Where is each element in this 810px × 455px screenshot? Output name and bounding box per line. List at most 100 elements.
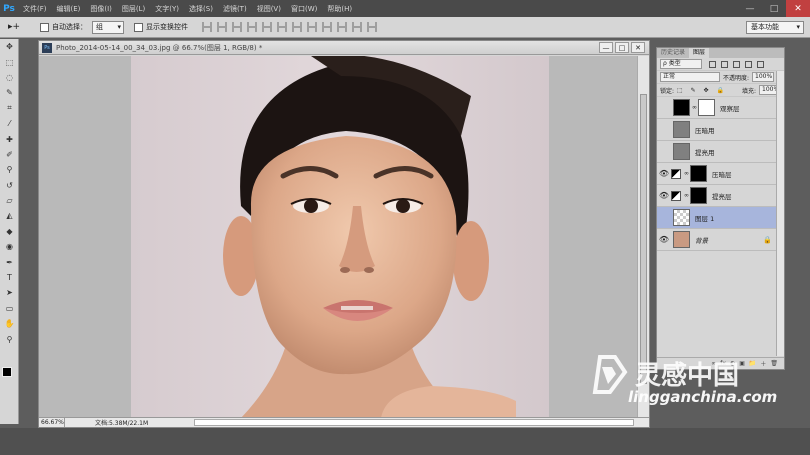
layer-row[interactable]: 👁 ∞ 提亮层 [657,185,784,207]
layer-row[interactable]: 👁 ∞ 压暗层 [657,163,784,185]
lock-icons[interactable]: ⬚ ✎ ✥ 🔒 [677,87,727,94]
shape-tool-icon[interactable]: ▭ [0,301,19,316]
minimize-button[interactable]: — [738,0,762,17]
align-left-icon[interactable] [247,22,257,32]
visibility-toggle-icon[interactable]: 👁 [657,97,671,119]
chain-link-icon[interactable]: ∞ [684,170,689,177]
distribute-vcenter-icon[interactable] [307,22,317,32]
blur-tool-icon[interactable]: ◆ [0,224,19,239]
layer-row[interactable]: 👁 背景 🔒 [657,229,784,251]
vertical-scroll-thumb[interactable] [640,94,647,384]
restore-button[interactable]: □ [762,0,786,17]
close-button[interactable]: ✕ [786,0,810,17]
brush-tool-icon[interactable]: ✐ [0,147,19,162]
visibility-toggle-icon[interactable]: 👁 [657,163,671,185]
visibility-toggle-icon[interactable]: 👁 [657,229,671,251]
layer-mask-thumbnail[interactable] [690,187,707,204]
chain-link-icon[interactable]: ∞ [692,104,697,111]
shape-filter-icon[interactable] [745,60,752,68]
clone-stamp-tool-icon[interactable]: ⚲ [0,162,19,177]
menu-layer[interactable]: 图层(L) [117,4,150,14]
menu-edit[interactable]: 编辑(E) [52,4,86,14]
zoom-level-field[interactable]: 66.67% [39,418,65,427]
document-status-bar: 66.67% 文档:5.38M/22.1M [39,417,649,427]
paint-bucket-tool-icon[interactable]: ◭ [0,208,19,223]
layer-mask-thumbnail[interactable] [690,165,707,182]
distribute-bottom-icon[interactable] [322,22,332,32]
adjustment-filter-icon[interactable] [721,60,728,68]
distribute-top-icon[interactable] [292,22,302,32]
doc-minimize-button[interactable]: — [599,42,613,53]
layer-row[interactable]: 👁 提亮用 [657,141,784,163]
layer-mask-thumbnail[interactable] [698,99,715,116]
auto-select-option[interactable]: 自动选择： [40,22,87,32]
eraser-tool-icon[interactable]: ▱ [0,193,19,208]
marquee-tool-icon[interactable]: ⬚ [0,54,19,69]
tab-history[interactable]: 历史记录 [657,48,689,58]
crop-tool-icon[interactable]: ⌗ [0,101,19,116]
move-tool-icon[interactable]: ✥ [0,39,19,54]
zoom-tool-icon[interactable]: ⚲ [0,331,19,346]
layer-thumbnail [673,209,690,226]
menu-window[interactable]: 窗口(W) [286,4,322,14]
align-hcenter-icon[interactable] [262,22,272,32]
doc-close-button[interactable]: ✕ [631,42,645,53]
lasso-tool-icon[interactable]: ◌ [0,70,19,85]
show-transform-checkbox[interactable] [134,22,143,32]
layer-thumbnail [673,231,690,248]
healing-brush-tool-icon[interactable]: ✚ [0,131,19,146]
layer-thumbnail [673,121,690,138]
tab-layers[interactable]: 图层 [689,48,710,58]
menu-file[interactable]: 文件(F) [18,4,52,14]
type-filter-icon[interactable] [733,60,740,68]
visibility-toggle-icon[interactable]: 👁 [657,207,671,229]
foreground-color-swatch[interactable] [2,367,12,377]
distribute-right-icon[interactable] [367,22,377,32]
path-select-tool-icon[interactable]: ➤ [0,285,19,300]
show-transform-option[interactable]: 显示变换控件 [134,22,188,32]
pixel-filter-icon[interactable] [709,60,716,68]
options-bar: ▸+ 自动选择： 组 显示变换控件 基本功能 [0,17,810,38]
visibility-toggle-icon[interactable]: 👁 [657,119,671,141]
pen-tool-icon[interactable]: ✒ [0,254,19,269]
distribute-left-icon[interactable] [337,22,347,32]
canvas[interactable] [39,56,637,418]
history-brush-tool-icon[interactable]: ↺ [0,178,19,193]
document-size-readout[interactable]: 文档:5.38M/22.1M [95,418,148,427]
smart-object-filter-icon[interactable] [757,60,764,68]
doc-maximize-button[interactable]: □ [615,42,629,53]
layer-kind-filter[interactable]: ρ 类型 [660,59,702,69]
menu-view[interactable]: 视图(V) [252,4,286,14]
menu-image[interactable]: 图像(I) [85,4,117,14]
horizontal-scrollbar[interactable] [194,419,634,426]
layers-scrollbar[interactable] [776,71,784,356]
opacity-field[interactable]: 100% [752,72,775,82]
blend-mode-dropdown[interactable]: 正常 [660,72,720,82]
align-top-icon[interactable] [202,22,212,32]
type-tool-icon[interactable]: T [0,270,19,285]
layer-name: 图层 1 [695,214,715,223]
layer-row[interactable]: 👁 ∞ 观察层 [657,97,784,119]
align-vcenter-icon[interactable] [217,22,227,32]
move-tool-preset-icon[interactable]: ▸+ [8,20,30,34]
layer-row[interactable]: 👁 压暗用 [657,119,784,141]
quick-select-tool-icon[interactable]: ✎ [0,85,19,100]
align-bottom-icon[interactable] [232,22,242,32]
document-tab[interactable]: Ps Photo_2014-05-14_00_34_03.jpg @ 66.7%… [39,41,649,55]
distribute-hcenter-icon[interactable] [352,22,362,32]
menu-select[interactable]: 选择(S) [184,4,218,14]
hand-tool-icon[interactable]: ✋ [0,316,19,331]
visibility-toggle-icon[interactable]: 👁 [657,185,671,207]
visibility-toggle-icon[interactable]: 👁 [657,141,671,163]
eyedropper-tool-icon[interactable]: ⁄ [0,116,19,131]
menu-type[interactable]: 文字(Y) [150,4,184,14]
layer-row-selected[interactable]: 👁 图层 1 [657,207,784,229]
chain-link-icon[interactable]: ∞ [684,192,689,199]
align-right-icon[interactable] [277,22,287,32]
auto-select-checkbox[interactable] [40,22,49,32]
menu-filter[interactable]: 滤镜(T) [218,4,252,14]
workspace-dropdown[interactable]: 基本功能 [746,21,804,34]
menu-help[interactable]: 帮助(H) [322,4,357,14]
dodge-tool-icon[interactable]: ◉ [0,239,19,254]
auto-select-dropdown[interactable]: 组 [92,20,124,34]
